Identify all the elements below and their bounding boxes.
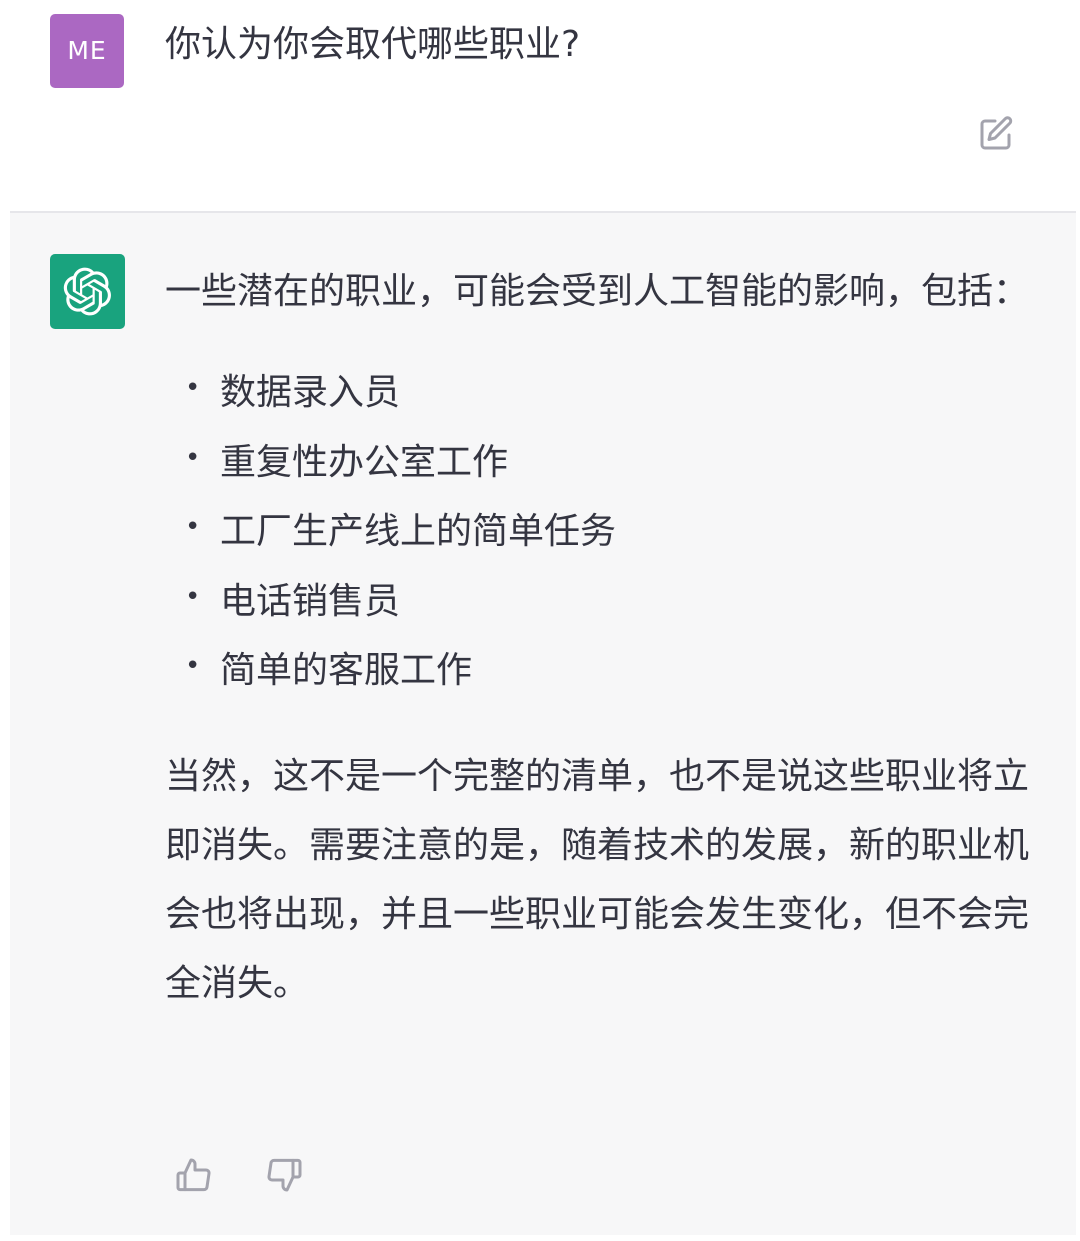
list-item-text: 简单的客服工作 — [220, 650, 473, 691]
chat-page: ME 你认为你会取代哪些职业? 一些潜在的职业，可能会受到人工智能的影响，包括：… — [0, 0, 1080, 1241]
thumbs-up-icon[interactable] — [172, 1153, 216, 1197]
edit-icon[interactable] — [974, 112, 1018, 156]
bullet-icon: • — [185, 442, 201, 473]
thumbs-down-icon[interactable] — [262, 1153, 306, 1197]
user-avatar: ME — [50, 14, 124, 88]
bullet-icon: • — [185, 512, 201, 542]
list-item: • 电话销售员 — [165, 567, 1035, 637]
list-item: • 工厂生产线上的简单任务 — [165, 497, 1035, 567]
openai-logo-icon — [63, 267, 111, 316]
assistant-intro-text: 一些潜在的职业，可能会受到人工智能的影响，包括： — [165, 271, 1030, 312]
bullet-icon: • — [185, 373, 201, 403]
assistant-outro-text: 当然，这不是一个完整的清单，也不是说这些职业将立即消失。需要注意的是，随着技术的… — [165, 755, 1030, 1004]
list-item: • 数据录入员 — [165, 358, 1035, 428]
assistant-message-row: 一些潜在的职业，可能会受到人工智能的影响，包括： • 数据录入员 • 重复性办公室工… — [10, 213, 1076, 1235]
assistant-message-content: 一些潜在的职业，可能会受到人工智能的影响，包括： • 数据录入员 • 重复性办公室工… — [165, 259, 1035, 1018]
list-item-text: 重复性办公室工作 — [220, 441, 509, 483]
bullet-icon: • — [185, 581, 201, 612]
user-message-text: 你认为你会取代哪些职业? — [165, 24, 581, 65]
assistant-avatar — [50, 254, 125, 329]
list-item-text: 工厂生产线上的简单任务 — [220, 511, 617, 552]
list-item: • 简单的客服工作 — [165, 636, 1035, 706]
bullet-icon: • — [185, 651, 201, 681]
list-item: • 重复性办公室工作 — [165, 428, 1035, 498]
list-item-text: 数据录入员 — [220, 372, 401, 413]
job-list: • 数据录入员 • 重复性办公室工作 • 工厂生产线上的简单任务 • 电话销售员 • 简单… — [165, 358, 1035, 706]
list-item-text: 电话销售员 — [220, 580, 401, 622]
user-message-row: ME 你认为你会取代哪些职业? — [0, 0, 1080, 212]
